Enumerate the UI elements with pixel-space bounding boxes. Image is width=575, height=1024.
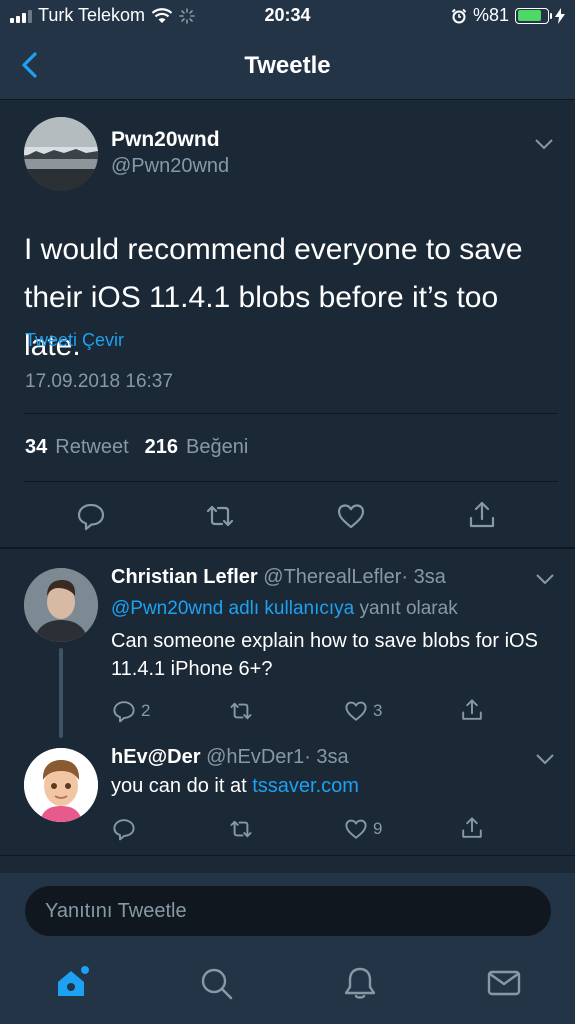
reply-icon[interactable] <box>112 817 136 841</box>
search-icon[interactable] <box>198 965 234 1001</box>
alarm-clock-icon <box>451 8 467 23</box>
replying-to: @Pwn20wnd adlı kullanıcıya yanıt olarak <box>111 598 458 620</box>
thread-line <box>59 648 63 738</box>
reply-count: 2 <box>141 701 151 720</box>
reply-time: · 3sa <box>304 746 349 768</box>
translate-tweet-link[interactable]: Tweeti Çevir <box>25 330 124 351</box>
like-count: 3 <box>373 701 383 720</box>
like-label[interactable]: Beğeni <box>186 436 248 459</box>
section-divider <box>0 547 575 549</box>
status-bar: Turk Telekom 20:34 %81 <box>0 0 575 32</box>
reply-icon[interactable] <box>76 501 106 531</box>
share-icon[interactable] <box>467 500 497 530</box>
battery-percent: %81 <box>472 5 509 25</box>
retweet-icon[interactable] <box>229 699 253 723</box>
tweet-stats: 34 Retweet 216 Beğeni <box>25 436 256 459</box>
reply-text-body: you can do it at <box>111 775 247 797</box>
bottom-area: Yanıtını Tweetle <box>0 873 575 1024</box>
cartoon-avatar-image <box>24 748 98 822</box>
battery-icon <box>515 7 552 24</box>
reply-author-handle[interactable]: @hEvDer1 <box>206 746 304 768</box>
reply-avatar[interactable] <box>24 568 98 642</box>
share-icon[interactable] <box>460 698 484 722</box>
share-icon[interactable] <box>460 816 484 840</box>
retweet-label[interactable]: Retweet <box>55 436 128 459</box>
like-heart-icon[interactable] <box>344 699 368 723</box>
retweet-icon[interactable] <box>229 817 253 841</box>
reply-mention-link[interactable]: @Pwn20wnd adlı kullanıcıya <box>111 598 354 619</box>
author-avatar[interactable] <box>24 117 98 191</box>
person-photo <box>24 568 98 642</box>
reply-author-name[interactable]: Christian Lefler <box>111 566 258 588</box>
like-count: 9 <box>373 819 383 838</box>
home-icon[interactable] <box>54 965 90 1001</box>
reply-author-row: Christian Lefler @TherealLefler· 3sa <box>111 566 446 589</box>
tweet-header: Pwn20wnd @Pwn20wnd <box>24 117 554 193</box>
charging-bolt-icon <box>555 7 565 24</box>
page-title: Tweetle <box>244 52 331 79</box>
reply-to-suffix: yanıt olarak <box>359 598 458 619</box>
chevron-down-icon[interactable] <box>534 138 554 150</box>
retweet-count[interactable]: 34 <box>25 436 47 459</box>
reply-author-handle[interactable]: @TherealLefler <box>263 566 401 588</box>
nav-bar: Tweetle <box>0 32 575 100</box>
author-handle[interactable]: @Pwn20wnd <box>111 155 229 178</box>
landscape-photo <box>24 117 98 191</box>
section-divider <box>0 855 575 856</box>
author-name[interactable]: Pwn20wnd <box>111 128 220 152</box>
divider <box>24 481 558 482</box>
reply-compose-input[interactable]: Yanıtını Tweetle <box>25 886 551 936</box>
chevron-down-icon[interactable] <box>535 573 555 585</box>
messages-envelope-icon[interactable] <box>486 965 522 1001</box>
status-right: %81 <box>451 5 565 26</box>
reply-avatar[interactable] <box>24 748 98 822</box>
notifications-bell-icon[interactable] <box>342 965 378 1001</box>
reply-link[interactable]: tssaver.com <box>252 775 359 797</box>
like-heart-icon[interactable] <box>336 501 366 531</box>
reply-text: you can do it at tssaver.com <box>111 772 551 800</box>
reply-author-name[interactable]: hEv@Der <box>111 746 201 768</box>
reply-text: Can someone explain how to save blobs fo… <box>111 630 538 680</box>
retweet-icon[interactable] <box>205 501 235 531</box>
like-count[interactable]: 216 <box>145 436 178 459</box>
like-heart-icon[interactable] <box>344 817 368 841</box>
chevron-down-icon[interactable] <box>535 753 555 765</box>
reply-author-row: hEv@Der @hEvDer1· 3sa <box>111 746 349 769</box>
reply-time: · 3sa <box>401 566 446 588</box>
battery-level-fill <box>517 10 541 21</box>
divider <box>24 413 558 414</box>
tweet-timestamp: 17.09.2018 16:37 <box>25 371 173 392</box>
reply-icon[interactable] <box>112 699 136 723</box>
